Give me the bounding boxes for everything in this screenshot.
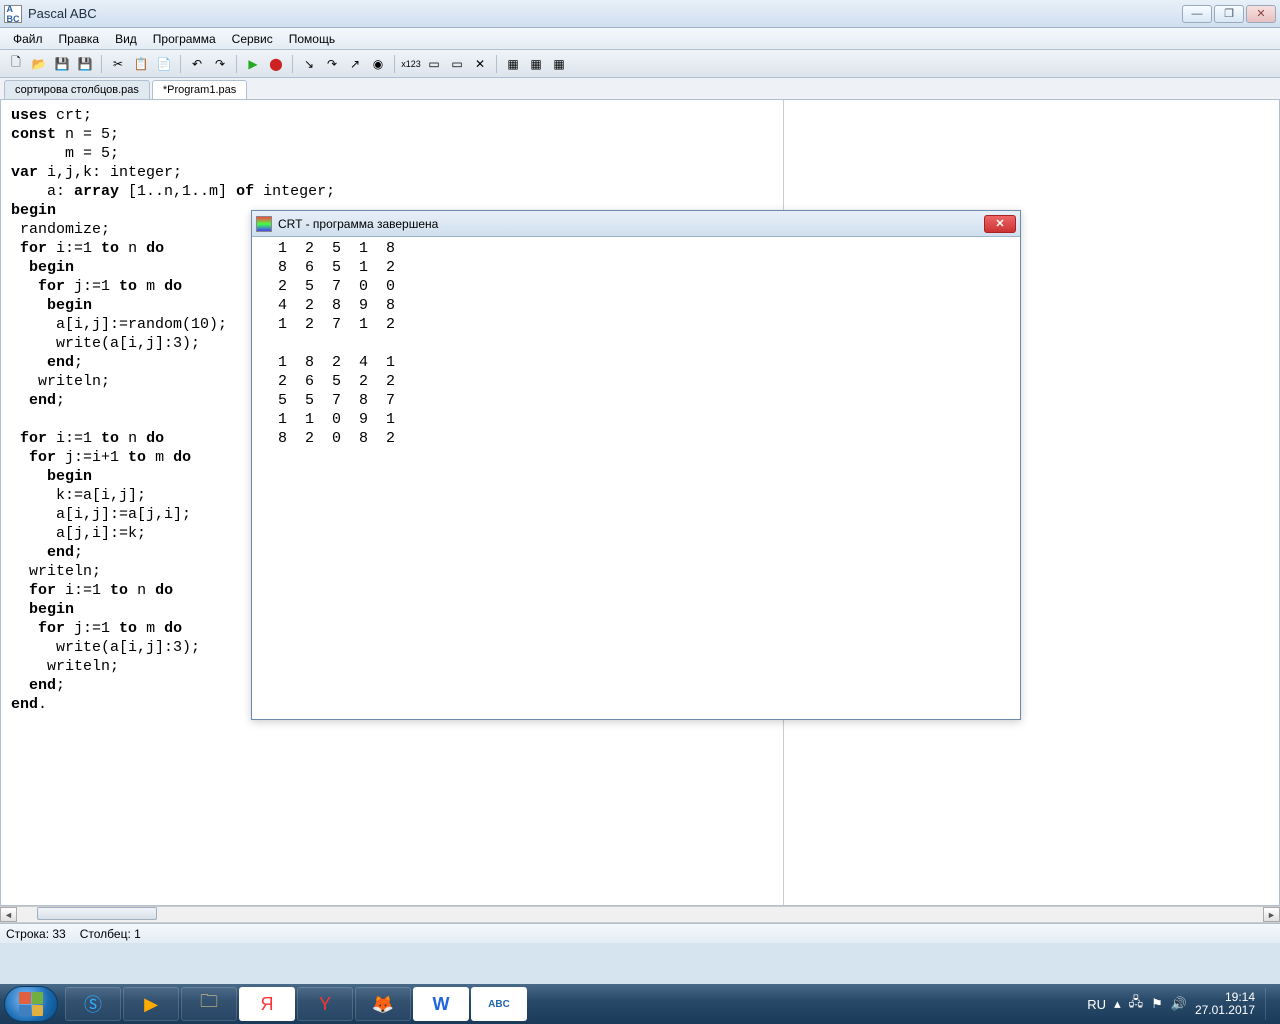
taskbar: Ⓢ ▶ 🗀 Я Y 🦊 W ABC RU ▴ 🖧 ⚑ 🔊 19:14 27.01… (0, 984, 1280, 1024)
crt-window: CRT - программа завершена ✕ 1 2 5 1 8 8 … (251, 210, 1021, 720)
step-over-icon[interactable]: ↷ (322, 54, 342, 74)
horizontal-scrollbar[interactable]: ◄ ► (0, 906, 1280, 923)
maximize-button[interactable]: ❐ (1214, 5, 1244, 23)
taskbar-word-icon[interactable]: W (413, 987, 469, 1021)
tray-action-icon[interactable]: ⚑ (1151, 996, 1163, 1012)
tab-file-1[interactable]: сортирова столбцов.pas (4, 80, 150, 99)
crt-title: CRT - программа завершена (278, 217, 438, 231)
system-tray: RU ▴ 🖧 ⚑ 🔊 19:14 27.01.2017 (1087, 988, 1276, 1020)
taskbar-media-icon[interactable]: ▶ (123, 987, 179, 1021)
taskbar-firefox-icon[interactable]: 🦊 (355, 987, 411, 1021)
window-icon[interactable]: ▭ (424, 54, 444, 74)
undo-icon[interactable]: ↶ (187, 54, 207, 74)
status-line: Строка: 33 (6, 927, 66, 941)
menu-program[interactable]: Программа (146, 30, 223, 48)
scroll-right-icon[interactable]: ► (1263, 907, 1280, 922)
var-icon[interactable]: x123 (401, 54, 421, 74)
stop-icon[interactable]: ⬤ (266, 54, 286, 74)
taskbar-browser-icon[interactable]: Y (297, 987, 353, 1021)
menu-help[interactable]: Помощь (282, 30, 342, 48)
minimize-button[interactable]: — (1182, 5, 1212, 23)
cut-icon[interactable]: ✂ (108, 54, 128, 74)
toolbar: 🗋 📂 💾 💾 ✂ 📋 📄 ↶ ↷ ▶ ⬤ ↘ ↷ ↗ ◉ x123 ▭ ▭ ✕… (0, 50, 1280, 78)
save-all-icon[interactable]: 💾 (75, 54, 95, 74)
taskbar-explorer-icon[interactable]: 🗀 (181, 987, 237, 1021)
menu-bar: Файл Правка Вид Программа Сервис Помощь (0, 28, 1280, 50)
menu-edit[interactable]: Правка (52, 30, 107, 48)
status-column: Столбец: 1 (80, 927, 141, 941)
crt-close-button[interactable]: ✕ (984, 215, 1016, 233)
redo-icon[interactable]: ↷ (210, 54, 230, 74)
tray-date: 27.01.2017 (1195, 1004, 1255, 1017)
step-out-icon[interactable]: ↗ (345, 54, 365, 74)
taskbar-skype-icon[interactable]: Ⓢ (65, 987, 121, 1021)
editor-area: uses crt; const n = 5; m = 5; var i,j,k:… (0, 100, 1280, 906)
scroll-left-icon[interactable]: ◄ (0, 907, 17, 922)
copy-icon[interactable]: 📋 (131, 54, 151, 74)
taskbar-pascal-icon[interactable]: ABC (471, 987, 527, 1021)
breakpoint-icon[interactable]: ◉ (368, 54, 388, 74)
crt-title-bar[interactable]: CRT - программа завершена ✕ (252, 211, 1020, 237)
app-title: Pascal ABC (28, 6, 97, 21)
menu-file[interactable]: Файл (6, 30, 50, 48)
tray-network-icon[interactable]: 🖧 (1129, 993, 1144, 1015)
menu-view[interactable]: Вид (108, 30, 144, 48)
scroll-thumb[interactable] (37, 907, 157, 920)
crt-output: 1 2 5 1 8 8 6 5 1 2 2 5 7 0 0 4 2 8 9 8 … (252, 237, 1020, 719)
tray-arrow-icon[interactable]: ▴ (1114, 996, 1121, 1012)
new-file-icon[interactable]: 🗋 (6, 54, 26, 74)
clear-icon[interactable]: ✕ (470, 54, 490, 74)
tray-lang[interactable]: RU (1087, 997, 1106, 1012)
panel1-icon[interactable]: ▦ (503, 54, 523, 74)
menu-service[interactable]: Сервис (225, 30, 280, 48)
crt-icon (256, 216, 272, 232)
close-button[interactable]: ✕ (1246, 5, 1276, 23)
title-bar: ABC Pascal ABC — ❐ ✕ (0, 0, 1280, 28)
status-bar: Строка: 33 Столбец: 1 (0, 923, 1280, 943)
window2-icon[interactable]: ▭ (447, 54, 467, 74)
open-file-icon[interactable]: 📂 (29, 54, 49, 74)
panel3-icon[interactable]: ▦ (549, 54, 569, 74)
paste-icon[interactable]: 📄 (154, 54, 174, 74)
windows-logo-icon (19, 992, 43, 1016)
scroll-track[interactable] (17, 907, 1263, 922)
tray-volume-icon[interactable]: 🔊 (1171, 996, 1187, 1012)
app-icon: ABC (4, 5, 22, 23)
tab-file-2[interactable]: *Program1.pas (152, 80, 247, 99)
tab-strip: сортирова столбцов.pas *Program1.pas (0, 78, 1280, 100)
run-icon[interactable]: ▶ (243, 54, 263, 74)
tray-clock[interactable]: 19:14 27.01.2017 (1195, 991, 1255, 1017)
step-into-icon[interactable]: ↘ (299, 54, 319, 74)
taskbar-yandex-icon[interactable]: Я (239, 987, 295, 1021)
save-icon[interactable]: 💾 (52, 54, 72, 74)
panel2-icon[interactable]: ▦ (526, 54, 546, 74)
start-button[interactable] (4, 986, 58, 1022)
